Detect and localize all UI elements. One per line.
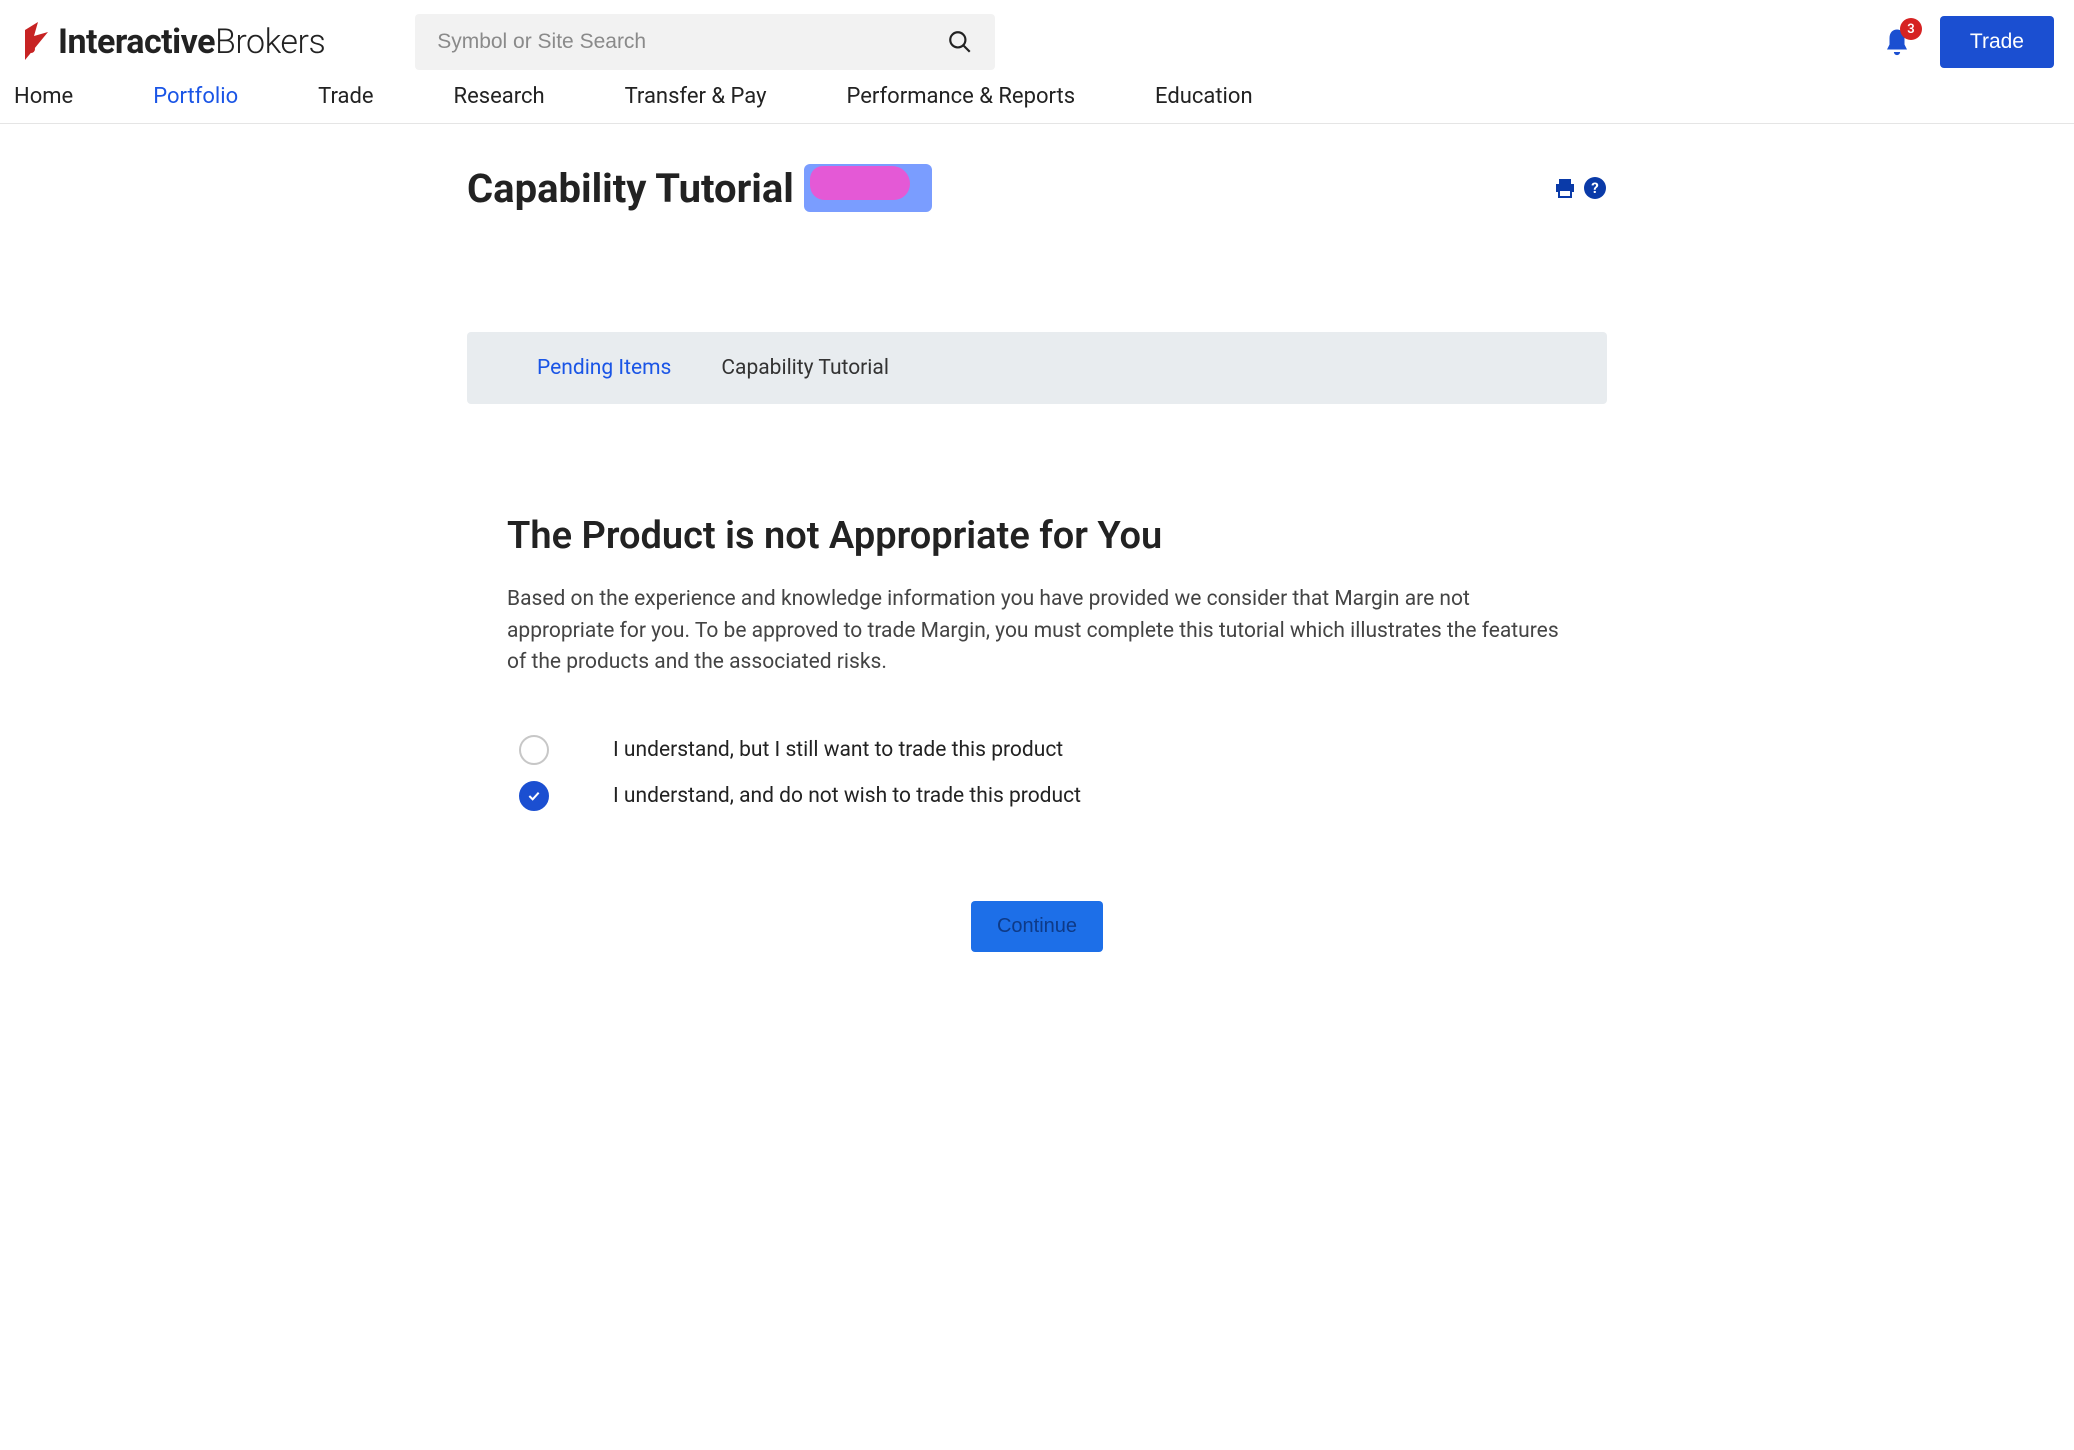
title-actions: ?: [1553, 176, 1607, 200]
search-input[interactable]: [437, 30, 947, 54]
logo-icon: [20, 22, 54, 62]
content: Capability Tutorial ? Pending Items Capa…: [407, 124, 1667, 992]
logo-text-light: Brokers: [215, 22, 325, 62]
nav-home[interactable]: Home: [14, 84, 73, 109]
logo-text: InteractiveBrokers: [58, 22, 325, 62]
option-do-not-wish[interactable]: I understand, and do not wish to trade t…: [519, 781, 1555, 811]
nav-portfolio[interactable]: Portfolio: [153, 84, 238, 109]
header: InteractiveBrokers 3 Trade: [0, 0, 2074, 84]
options-group: I understand, but I still want to trade …: [507, 735, 1567, 811]
continue-wrap: Continue: [507, 901, 1567, 952]
radio-selected[interactable]: [519, 781, 549, 811]
breadcrumb-link[interactable]: Pending Items: [537, 356, 671, 380]
print-icon[interactable]: [1553, 176, 1577, 200]
search-box[interactable]: [415, 14, 995, 70]
primary-nav: Home Portfolio Trade Research Transfer &…: [0, 84, 2074, 124]
section-title: The Product is not Appropriate for You: [507, 514, 1567, 558]
option-label: I understand, and do not wish to trade t…: [613, 784, 1081, 808]
nav-performance-reports[interactable]: Performance & Reports: [847, 84, 1076, 109]
breadcrumb-current: Capability Tutorial: [721, 356, 889, 380]
help-icon[interactable]: ?: [1583, 176, 1607, 200]
section: The Product is not Appropriate for You B…: [467, 514, 1607, 952]
notification-badge: 3: [1900, 18, 1922, 40]
radio-unselected[interactable]: [519, 735, 549, 765]
redacted-chip: [804, 164, 932, 212]
logo-text-bold: Interactive: [58, 22, 215, 62]
nav-education[interactable]: Education: [1155, 84, 1253, 109]
nav-research[interactable]: Research: [454, 84, 545, 109]
option-label: I understand, but I still want to trade …: [613, 738, 1063, 762]
nav-trade[interactable]: Trade: [318, 84, 373, 109]
notifications-button[interactable]: 3: [1882, 26, 1912, 58]
title-row: Capability Tutorial ?: [467, 164, 1607, 212]
breadcrumb: Pending Items Capability Tutorial: [467, 332, 1607, 404]
option-still-want[interactable]: I understand, but I still want to trade …: [519, 735, 1555, 765]
continue-button[interactable]: Continue: [971, 901, 1103, 952]
nav-transfer-pay[interactable]: Transfer & Pay: [625, 84, 767, 109]
logo[interactable]: InteractiveBrokers: [20, 22, 325, 62]
search-icon[interactable]: [947, 29, 973, 55]
svg-text:?: ?: [1591, 179, 1598, 197]
page-title: Capability Tutorial: [467, 165, 794, 212]
trade-button[interactable]: Trade: [1940, 16, 2054, 68]
header-right: 3 Trade: [1882, 16, 2054, 68]
section-body: Based on the experience and knowledge in…: [507, 584, 1567, 679]
